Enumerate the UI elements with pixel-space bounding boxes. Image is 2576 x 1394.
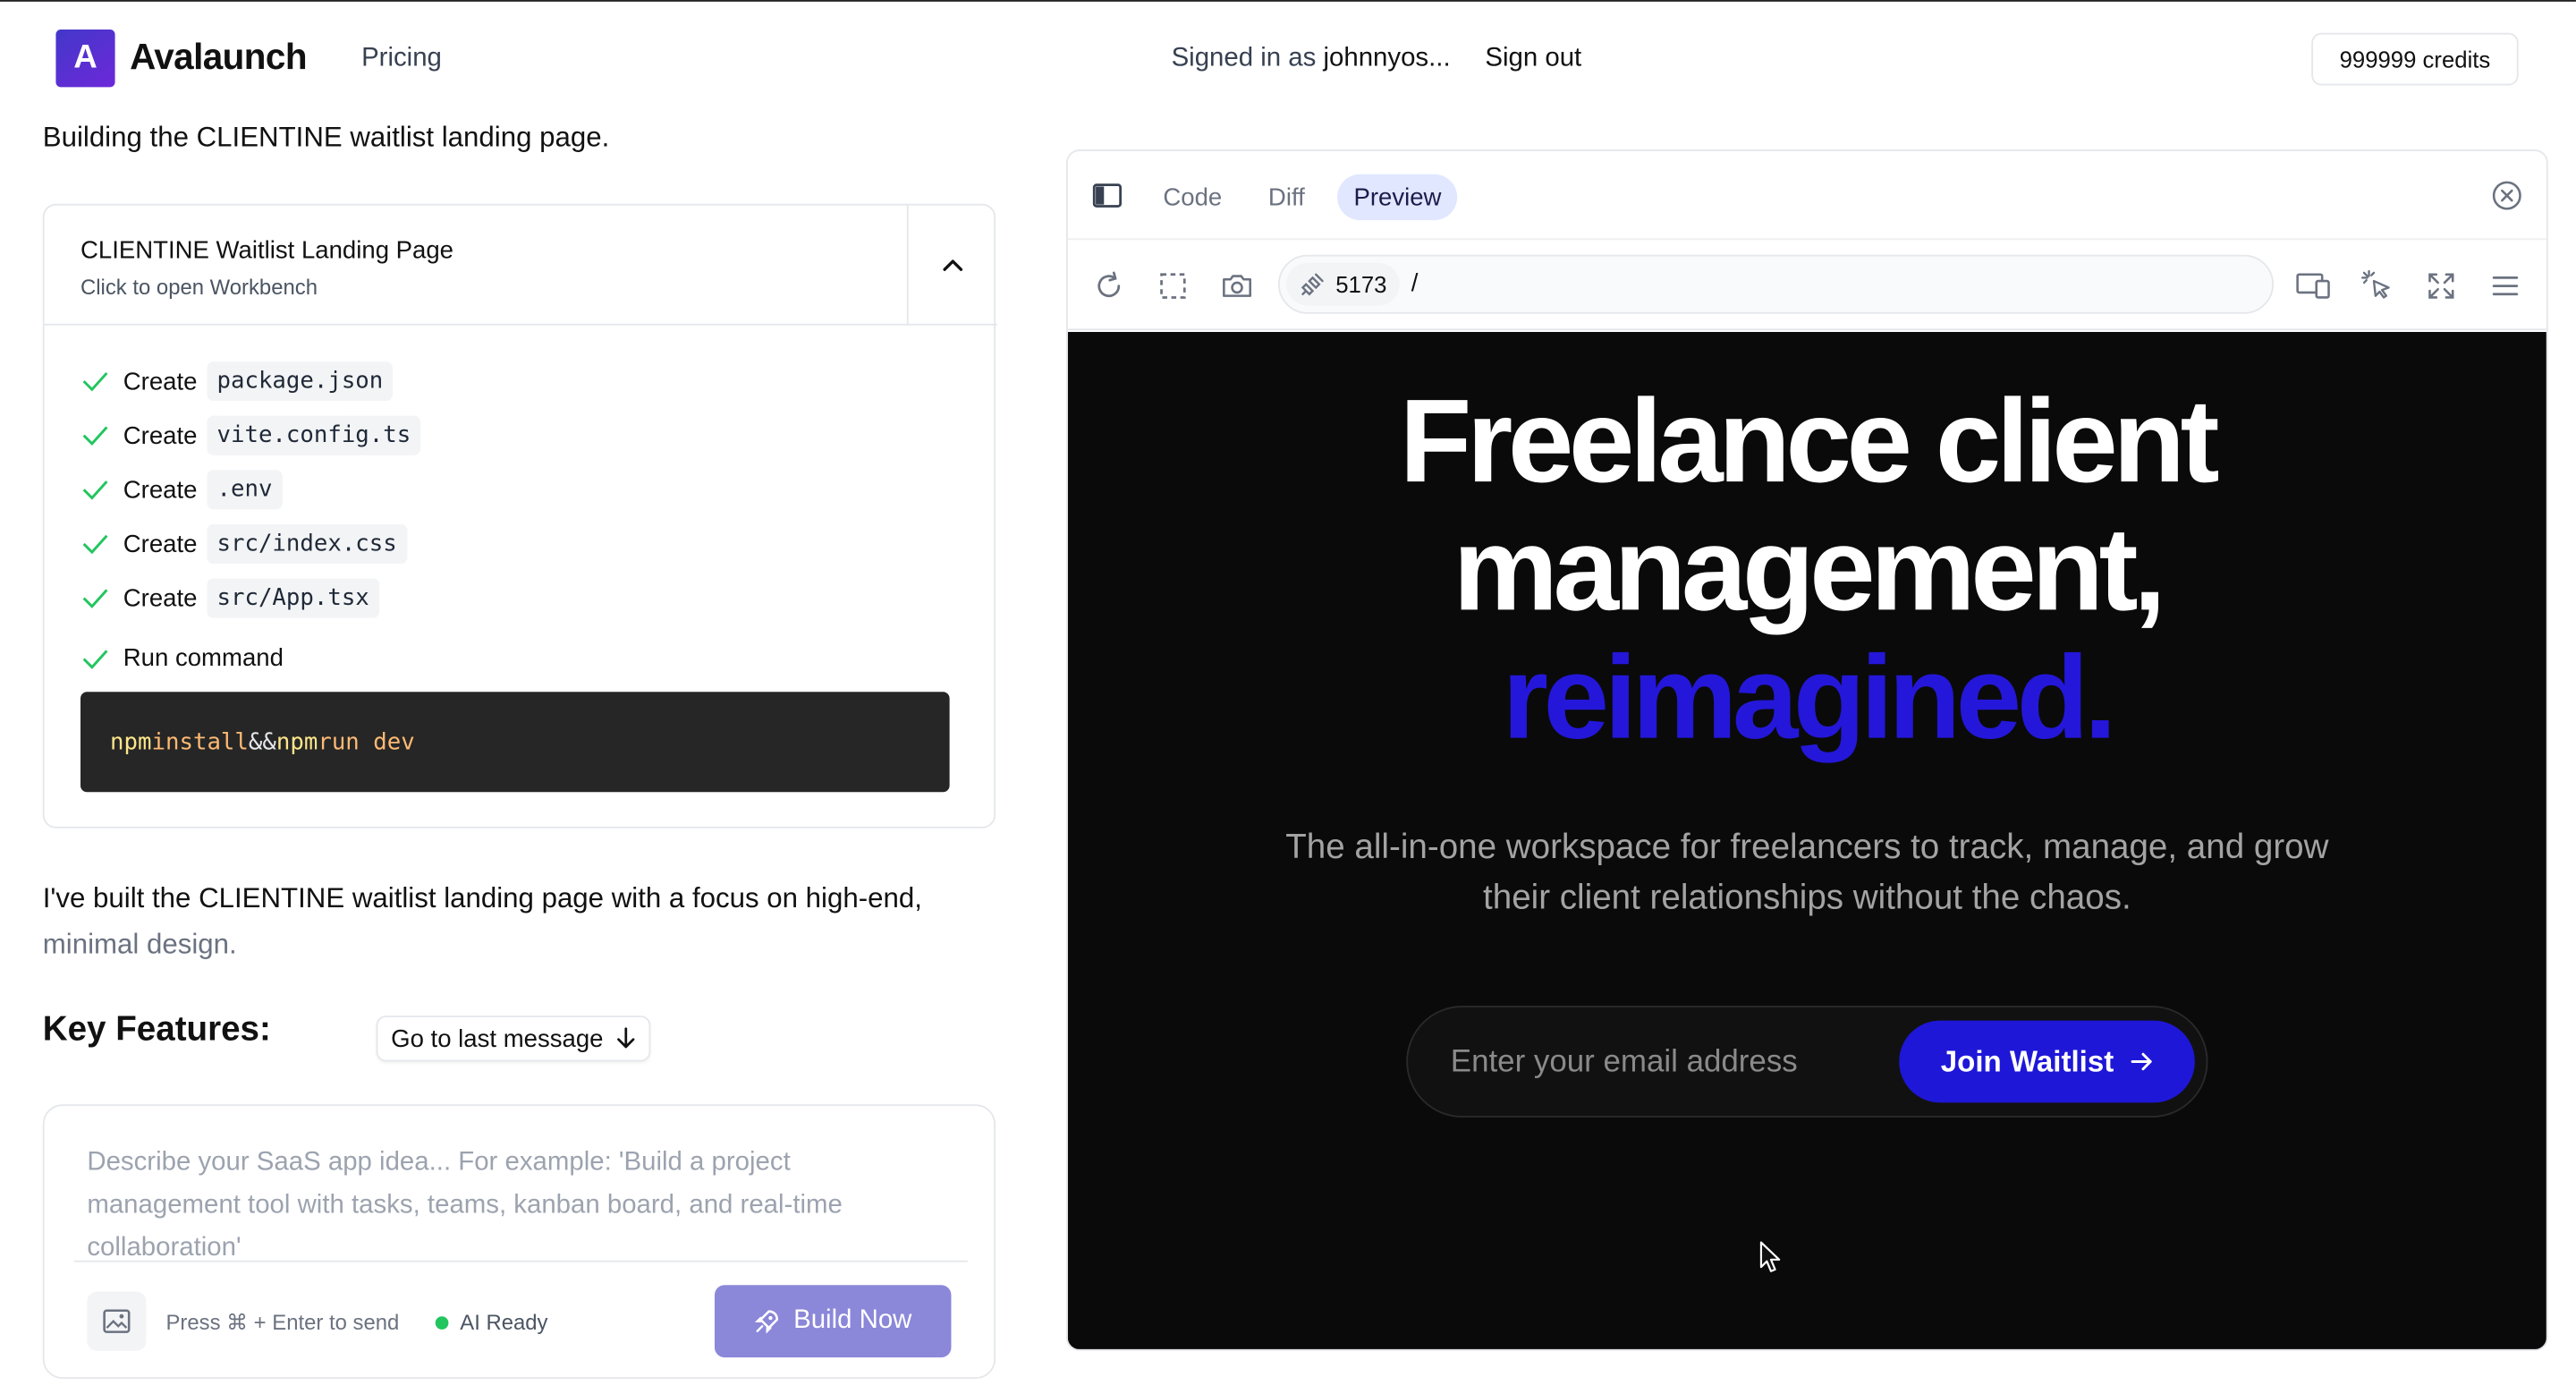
step-item: Create src/App.tsx <box>80 578 379 618</box>
tab-preview[interactable]: Preview <box>1337 174 1458 221</box>
command-token: npm <box>110 728 152 755</box>
step-item: Create vite.config.ts <box>80 415 421 455</box>
menu-icon[interactable] <box>2487 268 2523 303</box>
logo-letter: A <box>73 39 97 76</box>
sign-out-button[interactable]: Sign out <box>1485 45 1581 74</box>
build-now-button[interactable]: Build Now <box>714 1285 952 1358</box>
ai-status: AI Ready <box>435 1309 548 1335</box>
check-icon <box>80 370 114 393</box>
command-token: && <box>248 728 276 755</box>
tab-diff[interactable]: Diff <box>1252 174 1322 220</box>
port-selector[interactable]: 5173 <box>1286 262 1401 306</box>
hero-line: management, <box>1453 504 2165 636</box>
chevron-up-icon <box>942 259 962 270</box>
step-verb: Create <box>123 583 198 613</box>
run-command-label: Run command <box>123 643 284 673</box>
rocket-icon <box>754 1310 779 1334</box>
status-dot-icon <box>435 1315 449 1329</box>
artifact-subtitle: Click to open Workbench <box>80 274 318 300</box>
command-token: run dev <box>318 728 415 755</box>
command-token: npm <box>275 728 318 755</box>
check-icon <box>80 587 114 610</box>
prompt-composer: Describe your SaaS app idea... For examp… <box>42 1104 996 1379</box>
step-item: Create src/index.css <box>80 523 407 564</box>
hero-headline: Freelance client management, reimagined. <box>1068 378 2546 762</box>
file-name: vite.config.ts <box>207 415 421 455</box>
image-upload-button[interactable] <box>87 1291 147 1351</box>
preview-url-bar[interactable]: 5173 / <box>1277 254 2274 314</box>
file-name: src/App.tsx <box>207 578 379 618</box>
mouse-cursor-icon <box>1759 1241 1783 1282</box>
hero-subtitle: The all-in-one workspace for freelancers… <box>1285 828 2329 917</box>
signed-in-status: Signed in as johnnyos... <box>1172 45 1451 74</box>
send-hint: Press ⌘ + Enter to send <box>165 1309 400 1335</box>
step-item: Create package.json <box>80 361 394 402</box>
check-icon <box>80 424 114 447</box>
go-to-last-message-button[interactable]: Go to last message <box>376 1016 651 1062</box>
step-item: Create .env <box>80 470 283 510</box>
step-item: Run command <box>80 644 284 672</box>
username: johnnyos... <box>1323 44 1451 72</box>
message-text-faded: minimal design. <box>42 928 237 960</box>
reload-icon[interactable] <box>1091 268 1127 303</box>
file-name: .env <box>207 470 283 510</box>
file-name: src/index.css <box>207 523 407 564</box>
credits-badge[interactable]: 999999 credits <box>2311 32 2519 86</box>
step-verb: Create <box>123 475 198 504</box>
check-icon <box>80 647 114 670</box>
responsive-devices-icon[interactable] <box>2295 268 2331 303</box>
url-path[interactable]: / <box>1411 269 1419 297</box>
check-icon <box>80 478 114 501</box>
arrow-down-icon <box>616 1027 636 1050</box>
building-status-text: Building the CLIENTINE waitlist landing … <box>42 121 610 153</box>
step-verb: Create <box>123 530 198 558</box>
step-verb: Create <box>123 421 198 450</box>
signed-in-prefix: Signed in as <box>1171 44 1317 72</box>
step-verb: Create <box>123 367 198 395</box>
prompt-textarea[interactable]: Describe your SaaS app idea... For examp… <box>87 1143 941 1262</box>
artifact-header[interactable]: CLIENTINE Waitlist Landing Page Click to… <box>44 205 997 326</box>
tab-code[interactable]: Code <box>1147 174 1239 220</box>
message-text: I've built the CLIENTINE waitlist landin… <box>42 882 922 914</box>
nav-pricing-link[interactable]: Pricing <box>361 45 442 74</box>
command-token: install <box>151 728 249 755</box>
plug-icon <box>1301 273 1324 296</box>
preview-frame: Freelance client management, reimagined.… <box>1067 332 2546 1349</box>
arrow-right-icon <box>2130 1052 2152 1071</box>
hero-accent: reimagined. <box>1502 633 2117 765</box>
artifact-card: CLIENTINE Waitlist Landing Page Click to… <box>42 203 997 829</box>
join-waitlist-button[interactable]: Join Waitlist <box>1899 1020 2195 1103</box>
artifact-title: CLIENTINE Waitlist Landing Page <box>80 236 454 265</box>
email-field[interactable] <box>1450 1040 1878 1087</box>
hero-line: Freelance client <box>1399 376 2220 508</box>
workbench-panel: Code Diff Preview 5173 / Freelance clien… <box>1066 149 2548 1351</box>
camera-icon[interactable] <box>1219 268 1255 303</box>
command-block: npm install && npm run dev <box>80 692 950 793</box>
window-top-border <box>0 0 2576 2</box>
fullscreen-icon[interactable] <box>2423 268 2459 303</box>
build-now-label: Build Now <box>793 1306 912 1335</box>
port-number: 5173 <box>1335 271 1387 298</box>
element-picker-icon[interactable] <box>2360 268 2395 303</box>
collapse-toggle-button[interactable] <box>906 205 996 326</box>
waitlist-form: Join Waitlist <box>1406 1006 2208 1118</box>
file-name: package.json <box>207 361 394 402</box>
join-waitlist-label: Join Waitlist <box>1940 1044 2114 1077</box>
brand-name[interactable]: Avalaunch <box>130 36 307 79</box>
composer-divider <box>73 1260 968 1262</box>
ai-status-label: AI Ready <box>460 1309 548 1335</box>
check-icon <box>80 532 114 556</box>
sidebar-toggle-icon[interactable] <box>1092 183 1123 217</box>
select-region-icon[interactable] <box>1155 268 1191 303</box>
image-icon <box>103 1309 131 1333</box>
assistant-message: I've built the CLIENTINE waitlist landin… <box>43 876 996 968</box>
workbench-tab-bar: Code Diff Preview <box>1067 151 2546 241</box>
go-last-label: Go to last message <box>391 1024 604 1053</box>
logo-icon[interactable]: A <box>55 30 115 88</box>
preview-toolbar: 5173 / <box>1067 242 2546 331</box>
key-features-heading: Key Features: <box>42 1010 271 1049</box>
close-circle-icon[interactable] <box>2490 179 2523 220</box>
